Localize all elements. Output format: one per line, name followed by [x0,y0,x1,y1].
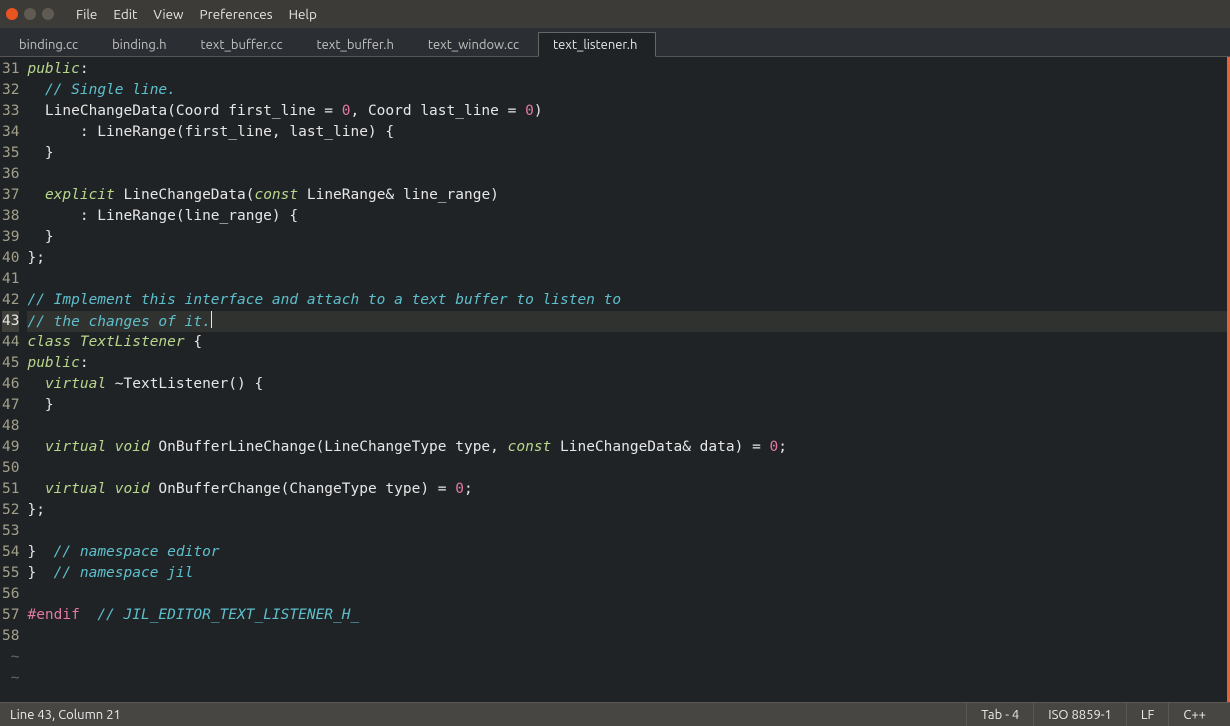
text-cursor [211,311,212,328]
line-number-gutter: 3132333435363738394041424344454647484950… [0,57,25,702]
line-number: 53 [2,521,19,542]
code-line[interactable]: } [27,395,1230,416]
status-position: Line 43, Column 21 [10,703,135,726]
code-line[interactable]: LineChangeData(Coord first_line = 0, Coo… [27,101,1230,122]
menu-item-preferences[interactable]: Preferences [192,2,281,26]
line-number: 41 [2,269,19,290]
code-line[interactable]: virtual ~TextListener() { [27,374,1230,395]
line-number: 40 [2,248,19,269]
tab-text-buffer-cc[interactable]: text_buffer.cc [186,32,302,56]
code-line[interactable]: virtual void OnBufferChange(ChangeType t… [27,479,1230,500]
code-line[interactable]: // the changes of it. [27,311,1230,332]
tab-bar: binding.ccbinding.htext_buffer.cctext_bu… [0,28,1230,57]
code-line-empty [27,668,1230,689]
menu-item-view[interactable]: View [145,2,191,26]
code-line[interactable]: : LineRange(line_range) { [27,206,1230,227]
line-number: 39 [2,227,19,248]
code-line[interactable]: // Implement this interface and attach t… [27,290,1230,311]
line-number: 51 [2,479,19,500]
line-number: 48 [2,416,19,437]
line-number: 44 [2,332,19,353]
line-number: 42 [2,290,19,311]
status-line-ending[interactable]: LF [1126,703,1168,726]
menu-item-file[interactable]: File [68,2,105,26]
line-number: 43 [2,311,19,332]
line-number: 49 [2,437,19,458]
status-bar: Line 43, Column 21 Tab - 4 ISO 8859-1 LF… [0,702,1230,726]
code-line[interactable]: public: [27,59,1230,80]
code-line[interactable]: #endif // JIL_EDITOR_TEXT_LISTENER_H_ [27,605,1230,626]
line-number: 36 [2,164,19,185]
code-line[interactable]: } // namespace jil [27,563,1230,584]
line-number: 58 [2,626,19,647]
line-number: 37 [2,185,19,206]
maximize-icon[interactable] [42,8,54,20]
line-number: 55 [2,563,19,584]
code-line[interactable]: } // namespace editor [27,542,1230,563]
code-line[interactable]: } [27,143,1230,164]
code-line[interactable]: virtual void OnBufferLineChange(LineChan… [27,437,1230,458]
tab-binding-h[interactable]: binding.h [97,32,185,56]
line-tilde: ~ [2,668,19,689]
code-line[interactable]: class TextListener { [27,332,1230,353]
code-content[interactable]: public: // Single line. LineChangeData(C… [25,57,1230,702]
status-encoding[interactable]: ISO 8859-1 [1033,703,1126,726]
line-number: 46 [2,374,19,395]
code-line[interactable]: }; [27,500,1230,521]
code-line[interactable]: public: [27,353,1230,374]
line-number: 45 [2,353,19,374]
editor-area[interactable]: 3132333435363738394041424344454647484950… [0,57,1230,702]
code-line-empty [27,647,1230,668]
code-line[interactable]: explicit LineChangeData(const LineRange&… [27,185,1230,206]
minimize-icon[interactable] [24,8,36,20]
menu-bar: FileEditViewPreferencesHelp [0,0,1230,28]
code-line[interactable] [27,416,1230,437]
menu-items: FileEditViewPreferencesHelp [68,2,325,26]
line-number: 33 [2,101,19,122]
code-line[interactable] [27,269,1230,290]
status-tab-width[interactable]: Tab - 4 [966,703,1033,726]
tab-text-buffer-h[interactable]: text_buffer.h [302,32,413,56]
line-number: 35 [2,143,19,164]
line-number: 56 [2,584,19,605]
menu-item-edit[interactable]: Edit [105,2,145,26]
line-tilde: ~ [2,647,19,668]
code-line[interactable] [27,626,1230,647]
line-number: 54 [2,542,19,563]
code-line[interactable]: : LineRange(first_line, last_line) { [27,122,1230,143]
tab-text-listener-h[interactable]: text_listener.h [538,32,656,57]
line-number: 47 [2,395,19,416]
window-controls [6,8,54,20]
status-language[interactable]: C++ [1168,703,1220,726]
menu-item-help[interactable]: Help [281,2,325,26]
line-number: 38 [2,206,19,227]
code-line[interactable] [27,458,1230,479]
code-line[interactable] [27,164,1230,185]
code-line[interactable]: }; [27,248,1230,269]
line-number: 57 [2,605,19,626]
line-number: 31 [2,59,19,80]
close-icon[interactable] [6,8,18,20]
line-number: 52 [2,500,19,521]
line-number: 34 [2,122,19,143]
line-number: 50 [2,458,19,479]
line-number: 32 [2,80,19,101]
code-line[interactable]: } [27,227,1230,248]
code-line[interactable]: // Single line. [27,80,1230,101]
tab-binding-cc[interactable]: binding.cc [4,32,97,56]
code-line[interactable] [27,584,1230,605]
code-line[interactable] [27,521,1230,542]
tab-text-window-cc[interactable]: text_window.cc [413,32,538,56]
